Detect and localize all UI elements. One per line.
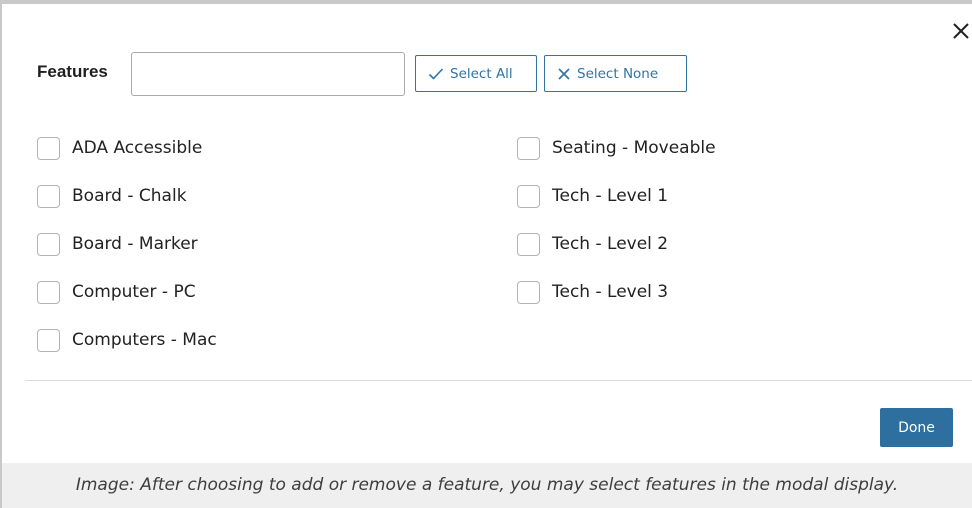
option-label: Computers - Mac	[72, 330, 217, 350]
option-seating-moveable[interactable]: Seating - Moveable	[517, 136, 716, 160]
feature-options: ADA Accessible Board - Chalk Board - Mar…	[37, 136, 937, 376]
option-board-chalk[interactable]: Board - Chalk	[37, 184, 187, 208]
option-label: Board - Chalk	[72, 186, 187, 206]
option-computer-pc[interactable]: Computer - PC	[37, 280, 196, 304]
option-label: Tech - Level 1	[552, 186, 669, 206]
option-label: Seating - Moveable	[552, 138, 716, 158]
checkbox[interactable]	[37, 136, 60, 160]
checkbox[interactable]	[37, 184, 60, 208]
option-label: Tech - Level 2	[552, 234, 669, 254]
option-label: ADA Accessible	[72, 138, 203, 158]
x-icon	[558, 67, 570, 80]
option-tech-level-2[interactable]: Tech - Level 2	[517, 232, 668, 256]
option-label: Board - Marker	[72, 234, 198, 254]
checkbox[interactable]	[37, 280, 60, 304]
checkbox[interactable]	[517, 136, 540, 160]
option-ada-accessible[interactable]: ADA Accessible	[37, 136, 202, 160]
checkbox[interactable]	[517, 232, 540, 256]
option-computers-mac[interactable]: Computers - Mac	[37, 328, 217, 352]
caption-bar: Image: After choosing to add or remove a…	[2, 463, 972, 508]
checkbox[interactable]	[517, 280, 540, 304]
checkbox[interactable]	[37, 328, 60, 352]
select-none-button[interactable]: Select None	[544, 55, 687, 92]
check-icon	[428, 67, 444, 80]
select-all-button[interactable]: Select All	[415, 55, 537, 92]
features-label: Features	[37, 62, 108, 81]
features-search-input[interactable]	[131, 52, 405, 96]
done-button[interactable]: Done	[880, 408, 953, 447]
footer-divider	[25, 380, 972, 381]
option-board-marker[interactable]: Board - Marker	[37, 232, 198, 256]
checkbox[interactable]	[37, 232, 60, 256]
close-icon	[953, 23, 969, 39]
close-button[interactable]	[950, 20, 972, 42]
select-all-label: Select All	[450, 65, 513, 82]
option-tech-level-3[interactable]: Tech - Level 3	[517, 280, 668, 304]
option-tech-level-1[interactable]: Tech - Level 1	[517, 184, 668, 208]
select-none-label: Select None	[577, 65, 659, 82]
image-caption: Image: After choosing to add or remove a…	[75, 475, 899, 495]
checkbox[interactable]	[517, 184, 540, 208]
option-label: Tech - Level 3	[552, 282, 669, 302]
option-label: Computer - PC	[72, 282, 196, 302]
